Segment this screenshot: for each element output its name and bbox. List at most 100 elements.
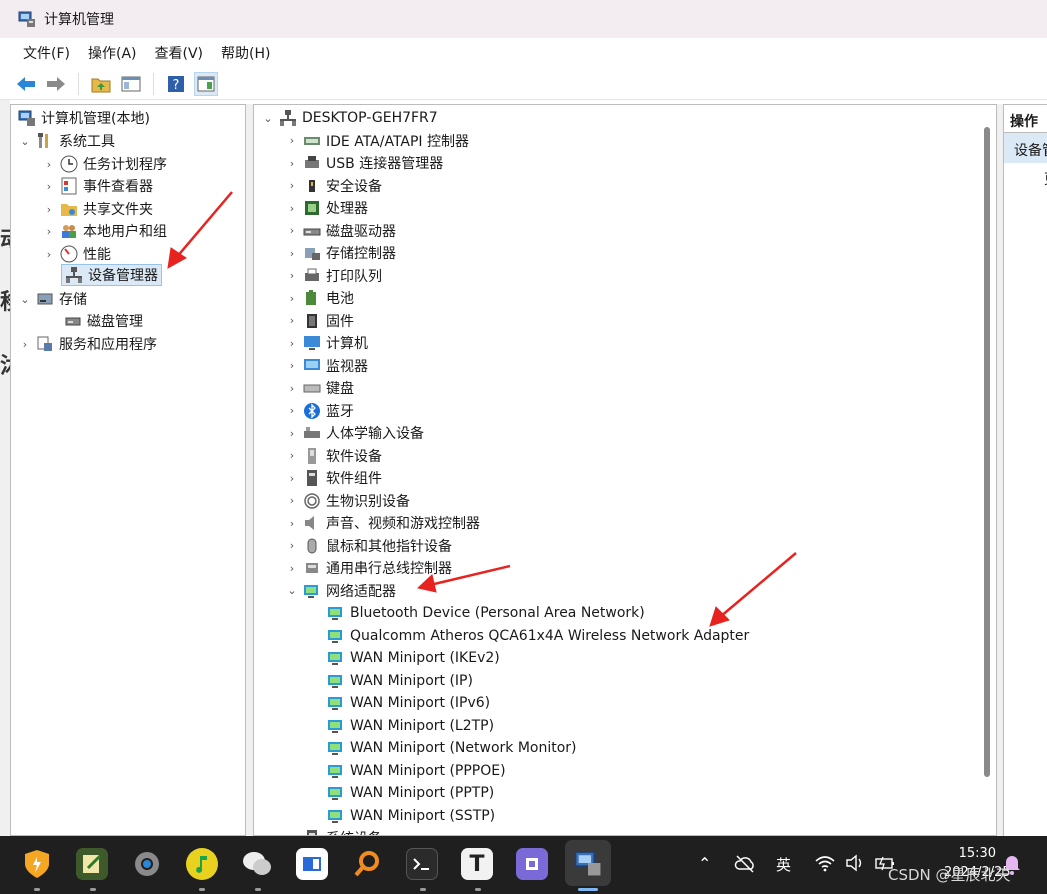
chevron-right-icon[interactable]: › (41, 156, 57, 172)
device-category-ide-ata-controllers[interactable]: › IDE ATA/ATAPI 控制器 (284, 130, 469, 152)
device-category-processors[interactable]: › 处理器 (284, 197, 368, 219)
show-hide-tree-button[interactable] (119, 72, 143, 96)
tree-item-services-apps[interactable]: › 服务和应用程序 (17, 333, 157, 355)
speaker-icon[interactable] (845, 854, 865, 872)
tree-root-computer-management[interactable]: 计算机管理(本地) (15, 107, 150, 129)
chevron-right-icon[interactable]: › (284, 448, 300, 464)
network-adapter-item[interactable]: WAN Miniport (PPPOE) (324, 760, 506, 782)
chevron-right-icon[interactable]: › (284, 425, 300, 441)
device-category-software-components[interactable]: › 软件组件 (284, 467, 382, 489)
chevron-down-icon[interactable]: ⌄ (284, 583, 300, 599)
device-category-disk-drives[interactable]: › 磁盘驱动器 (284, 220, 396, 242)
taskbar-terminal-app[interactable] (406, 848, 438, 880)
chevron-right-icon[interactable]: › (284, 560, 300, 576)
device-category-network-adapters[interactable]: ⌄ 网络适配器 (284, 580, 396, 602)
device-category-sound-video-game-controllers[interactable]: › 声音、视频和游戏控制器 (284, 512, 480, 534)
chevron-right-icon[interactable]: › (41, 201, 57, 217)
tree-item-disk-management[interactable]: 磁盘管理 (61, 310, 143, 332)
chevron-right-icon[interactable]: › (41, 178, 57, 194)
chevron-right-icon[interactable]: › (284, 358, 300, 374)
chevron-right-icon[interactable]: › (284, 290, 300, 306)
device-category-storage-controllers[interactable]: › 存储控制器 (284, 242, 396, 264)
menu-action[interactable]: 操作(A) (79, 43, 146, 63)
chevron-right-icon[interactable]: › (284, 493, 300, 509)
wifi-icon[interactable] (814, 854, 836, 872)
tree-item-event-viewer[interactable]: › 事件查看器 (41, 175, 153, 197)
taskbar-notepad-app[interactable] (76, 848, 108, 880)
network-adapter-item[interactable]: WAN Miniport (SSTP) (324, 805, 495, 827)
device-category-keyboards[interactable]: › 键盘 (284, 377, 354, 399)
forward-button[interactable] (44, 72, 68, 96)
chevron-right-icon[interactable]: › (284, 268, 300, 284)
tree-item-device-manager[interactable]: 设备管理器 (61, 264, 162, 286)
tree-item-local-users[interactable]: › 本地用户和组 (41, 220, 167, 242)
menu-file[interactable]: 文件(F) (14, 43, 79, 63)
device-category-monitors[interactable]: › 监视器 (284, 355, 368, 377)
device-category-usb-controllers[interactable]: › 通用串行总线控制器 (284, 557, 452, 579)
help-button[interactable]: ? (164, 72, 188, 96)
show-action-pane-button[interactable] (194, 71, 218, 96)
chevron-right-icon[interactable]: › (284, 200, 300, 216)
show-hidden-icons-button[interactable]: ⌃ (698, 854, 711, 873)
chevron-right-icon[interactable]: › (284, 178, 300, 194)
tree-item-performance[interactable]: › 性能 (41, 243, 111, 265)
taskbar-whiteboard-app[interactable] (296, 848, 328, 880)
device-category-hid-devices[interactable]: › 人体学输入设备 (284, 422, 424, 444)
tree-item-shared-folders[interactable]: › 共享文件夹 (41, 198, 153, 220)
cloud-offline-icon[interactable] (734, 854, 756, 874)
up-folder-button[interactable] (89, 72, 113, 96)
chevron-down-icon[interactable]: ⌄ (17, 291, 33, 307)
chevron-right-icon[interactable]: › (41, 223, 57, 239)
taskbar-shield-app[interactable] (21, 848, 53, 880)
network-adapter-item[interactable]: WAN Miniport (IP) (324, 670, 473, 692)
menu-help[interactable]: 帮助(H) (212, 43, 279, 63)
vertical-scrollbar[interactable] (984, 127, 990, 777)
device-category-firmware[interactable]: › 固件 (284, 310, 354, 332)
chevron-right-icon[interactable]: › (41, 246, 57, 262)
chevron-right-icon[interactable]: › (17, 336, 33, 352)
device-tree-root[interactable]: ⌄ DESKTOP-GEH7FR7 (260, 107, 438, 129)
chevron-down-icon[interactable]: ⌄ (260, 110, 276, 126)
chevron-right-icon[interactable]: › (284, 380, 300, 396)
device-category-usb-connector-manager[interactable]: › USB 连接器管理器 (284, 152, 443, 174)
chevron-right-icon[interactable]: › (284, 403, 300, 419)
chevron-right-icon[interactable]: › (284, 223, 300, 239)
network-adapter-item[interactable]: Qualcomm Atheros QCA61x4A Wireless Netwo… (324, 625, 749, 647)
device-category-mice-pointing-devices[interactable]: › 鼠标和其他指针设备 (284, 535, 452, 557)
device-category-system-devices[interactable]: ›系统设备 (284, 827, 382, 835)
chevron-right-icon[interactable]: › (284, 335, 300, 351)
menu-view[interactable]: 查看(V) (146, 43, 213, 63)
tree-item-task-scheduler[interactable]: › 任务计划程序 (41, 153, 167, 175)
taskbar-computer-management-app[interactable] (565, 840, 611, 886)
chevron-right-icon[interactable]: › (284, 515, 300, 531)
chevron-right-icon[interactable]: › (284, 133, 300, 149)
taskbar-chip-app[interactable] (516, 848, 548, 880)
taskbar-music-app[interactable] (186, 848, 218, 880)
network-adapter-item[interactable]: WAN Miniport (L2TP) (324, 715, 494, 737)
chevron-down-icon[interactable]: ⌄ (17, 133, 33, 149)
device-category-bluetooth[interactable]: › 蓝牙 (284, 400, 354, 422)
taskbar-typora-app[interactable]: T (461, 848, 493, 880)
network-adapter-item[interactable]: WAN Miniport (IPv6) (324, 692, 490, 714)
device-category-biometric-devices[interactable]: › 生物识别设备 (284, 490, 410, 512)
device-category-security-devices[interactable]: › 安全设备 (284, 175, 382, 197)
chevron-right-icon[interactable]: › (284, 313, 300, 329)
network-adapter-item[interactable]: WAN Miniport (IKEv2) (324, 647, 500, 669)
taskbar-settings-app[interactable] (131, 848, 163, 880)
taskbar-wechat-app[interactable] (241, 848, 273, 880)
back-button[interactable] (14, 72, 38, 96)
tree-item-system-tools[interactable]: ⌄ 系统工具 (17, 130, 115, 152)
chevron-right-icon[interactable]: › (284, 245, 300, 261)
actions-device-manager[interactable]: 设备管 (1004, 133, 1047, 163)
ime-indicator[interactable]: 英 (776, 854, 791, 875)
actions-more[interactable]: 更 (1004, 163, 1047, 189)
splitter[interactable] (246, 104, 253, 836)
device-category-computer[interactable]: › 计算机 (284, 332, 368, 354)
chevron-right-icon[interactable]: › (284, 538, 300, 554)
device-category-batteries[interactable]: › 电池 (284, 287, 354, 309)
device-category-print-queues[interactable]: › 打印队列 (284, 265, 382, 287)
device-category-software-devices[interactable]: › 软件设备 (284, 445, 382, 467)
taskbar-search-app[interactable] (351, 848, 383, 880)
tree-item-storage[interactable]: ⌄ 存储 (17, 288, 87, 310)
network-adapter-item[interactable]: Bluetooth Device (Personal Area Network) (324, 602, 645, 624)
